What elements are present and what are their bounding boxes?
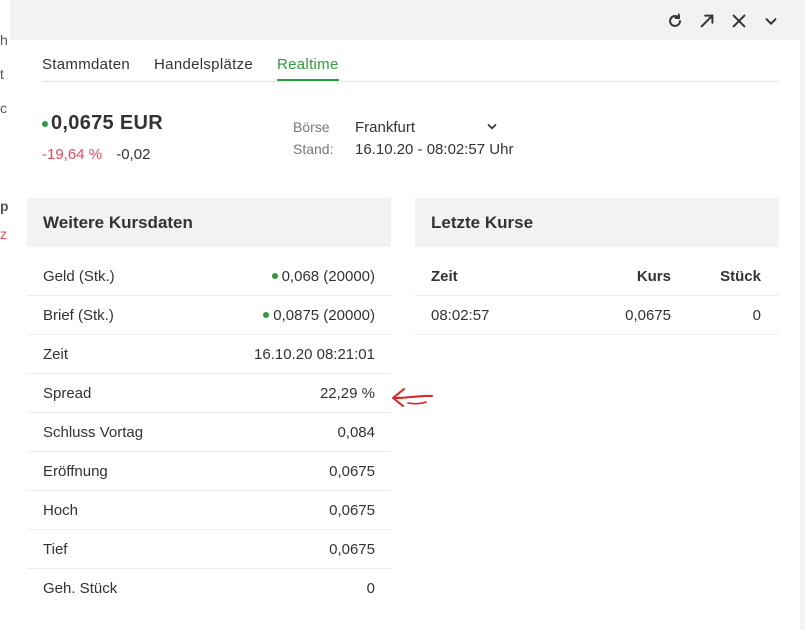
list-item: Geld (Stk.) 0,068 (20000) bbox=[27, 257, 391, 296]
row-value: 0,084 bbox=[337, 424, 375, 441]
row-value: 0,0675 bbox=[329, 541, 375, 558]
row-label: Tief bbox=[43, 541, 67, 558]
collapse-button[interactable] bbox=[758, 8, 784, 34]
list-item: Hoch 0,0675 bbox=[27, 491, 391, 530]
refresh-icon bbox=[666, 12, 684, 30]
weitere-kursdaten-table: Geld (Stk.) 0,068 (20000) Brief (Stk.) 0,08… bbox=[27, 257, 391, 608]
cell-kurs: 0,0675 bbox=[549, 307, 671, 324]
external-link-icon bbox=[698, 12, 716, 30]
column-header-stueck: Stück bbox=[671, 268, 761, 285]
row-value: 0,068 (20000) bbox=[272, 268, 375, 285]
current-price: 0,0675 EUR bbox=[51, 112, 163, 135]
row-label: Geh. Stück bbox=[43, 580, 117, 597]
row-label: Spread bbox=[43, 385, 91, 402]
list-item: Tief 0,0675 bbox=[27, 530, 391, 569]
column-header-zeit: Zeit bbox=[431, 268, 549, 285]
row-value-text: 0,0675 bbox=[329, 463, 375, 480]
list-item: Geh. Stück 0 bbox=[27, 569, 391, 608]
row-value: 16.10.20 08:21:01 bbox=[254, 346, 375, 363]
list-item: Zeit 16.10.20 08:21:01 bbox=[27, 335, 391, 374]
row-value-text: 0,084 bbox=[337, 424, 375, 441]
exchange-select[interactable]: Frankfurt bbox=[355, 119, 499, 136]
tab-stammdaten[interactable]: Stammdaten bbox=[42, 52, 130, 80]
list-item: Schluss Vortag 0,084 bbox=[27, 413, 391, 452]
row-value-text: 0,068 (20000) bbox=[282, 268, 375, 285]
annotation-arrow-icon bbox=[388, 385, 434, 411]
row-value-text: 0,0875 (20000) bbox=[273, 307, 375, 324]
status-dot-icon bbox=[42, 121, 48, 127]
weitere-kursdaten-title: Weitere Kursdaten bbox=[27, 198, 391, 247]
row-value: 0,0675 bbox=[329, 502, 375, 519]
row-value: 22,29 % bbox=[320, 385, 375, 402]
status-dot-icon bbox=[263, 312, 269, 318]
background-strip bbox=[0, 0, 10, 630]
open-external-button[interactable] bbox=[694, 8, 720, 34]
stand-label: Stand: bbox=[293, 141, 355, 157]
realtime-popup: Stammdaten Handelsplätze Realtime 0,0675… bbox=[10, 0, 800, 630]
close-button[interactable] bbox=[726, 8, 752, 34]
row-value: 0 bbox=[367, 580, 375, 597]
cell-stueck: 0 bbox=[671, 307, 761, 324]
background-fragment: z bbox=[0, 226, 7, 242]
background-fragment: t bbox=[0, 66, 4, 82]
row-label: Schluss Vortag bbox=[43, 424, 143, 441]
row-value-text: 0 bbox=[367, 580, 375, 597]
background-fragment: h bbox=[0, 32, 8, 48]
background-fragment: p bbox=[0, 198, 9, 214]
tab-realtime[interactable]: Realtime bbox=[277, 52, 339, 81]
status-dot-icon bbox=[272, 273, 278, 279]
letzte-kurse-title: Letzte Kurse bbox=[415, 198, 779, 247]
row-value: 0,0875 (20000) bbox=[263, 307, 375, 324]
chevron-down-icon bbox=[762, 12, 780, 30]
column-header-kurs: Kurs bbox=[549, 268, 671, 285]
tab-bar: Stammdaten Handelsplätze Realtime bbox=[42, 52, 778, 82]
row-label: Hoch bbox=[43, 502, 78, 519]
popup-header bbox=[10, 0, 800, 40]
change-absolute: -0,02 bbox=[116, 146, 150, 163]
stand-value: 16.10.20 - 08:02:57 Uhr bbox=[355, 141, 513, 158]
tab-handelsplaetze[interactable]: Handelsplätze bbox=[154, 52, 253, 80]
row-label: Brief (Stk.) bbox=[43, 307, 114, 324]
row-label: Eröffnung bbox=[43, 463, 108, 480]
quote-summary: 0,0675 EUR -19,64 % -0,02 bbox=[42, 112, 163, 163]
table-header: Zeit Kurs Stück bbox=[415, 257, 779, 296]
cell-zeit: 08:02:57 bbox=[431, 307, 549, 324]
letzte-kurse-table: Zeit Kurs Stück 08:02:57 0,0675 0 bbox=[415, 257, 779, 335]
close-icon bbox=[730, 12, 748, 30]
change-percent: -19,64 % bbox=[42, 146, 102, 163]
exchange-info: Börse Frankfurt Stand: 16.10.20 - 08:02:… bbox=[293, 116, 513, 160]
boerse-label: Börse bbox=[293, 119, 355, 135]
table-row: 08:02:57 0,0675 0 bbox=[415, 296, 779, 335]
background-fragment: c bbox=[0, 100, 7, 116]
chevron-down-icon bbox=[485, 120, 499, 134]
exchange-value: Frankfurt bbox=[355, 119, 415, 136]
row-value-text: 16.10.20 08:21:01 bbox=[254, 346, 375, 363]
row-value-text: 0,0675 bbox=[329, 502, 375, 519]
row-label: Geld (Stk.) bbox=[43, 268, 115, 285]
refresh-button[interactable] bbox=[662, 8, 688, 34]
row-value: 0,0675 bbox=[329, 463, 375, 480]
list-item: Eröffnung 0,0675 bbox=[27, 452, 391, 491]
list-item: Spread 22,29 % bbox=[27, 374, 391, 413]
row-label: Zeit bbox=[43, 346, 68, 363]
list-item: Brief (Stk.) 0,0875 (20000) bbox=[27, 296, 391, 335]
row-value-text: 22,29 % bbox=[320, 385, 375, 402]
row-value-text: 0,0675 bbox=[329, 541, 375, 558]
